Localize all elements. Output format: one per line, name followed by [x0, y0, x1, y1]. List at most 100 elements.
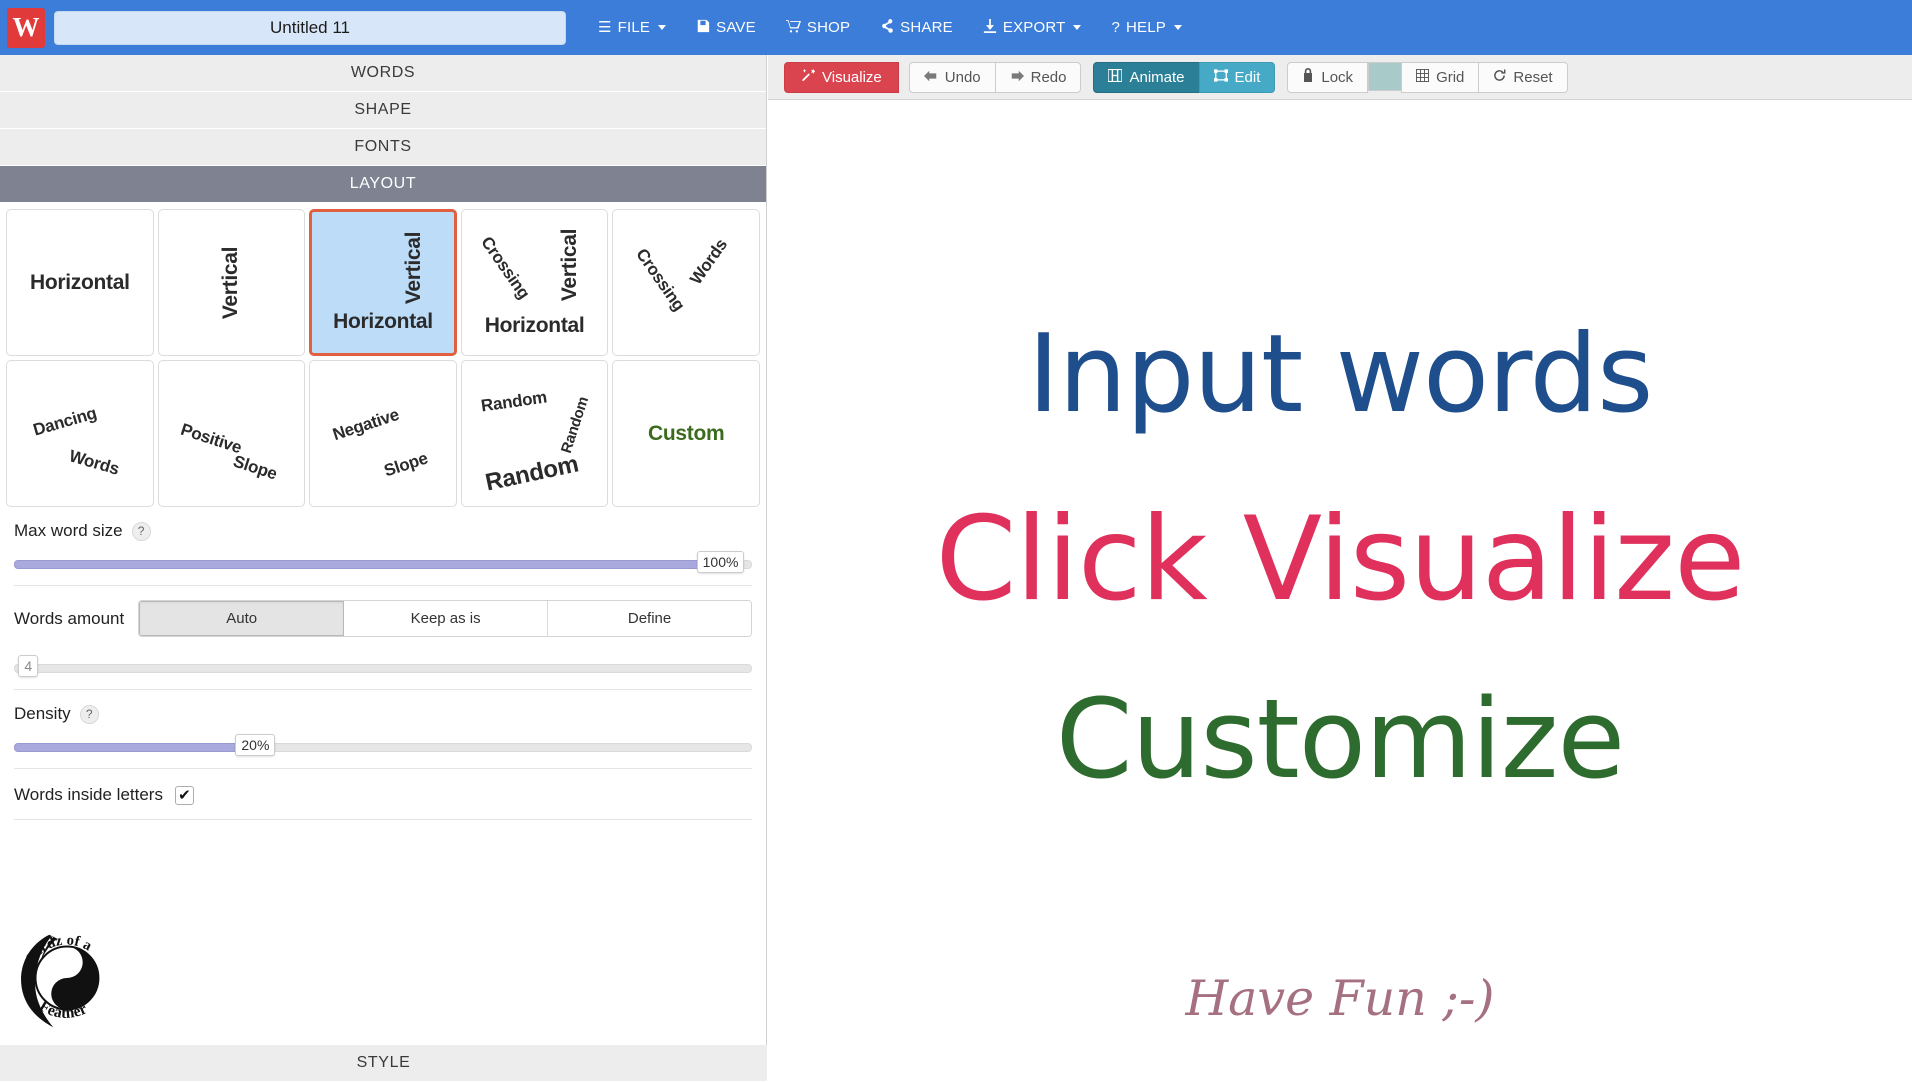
crop-icon	[1213, 68, 1228, 86]
slider-fill	[14, 743, 243, 752]
tile-word: Random	[558, 394, 593, 456]
words-inside-letters-label: Words inside letters	[14, 785, 163, 804]
visualize-button[interactable]: Visualize	[784, 61, 899, 93]
arrow-left-icon	[923, 69, 938, 86]
animate-button[interactable]: Animate	[1093, 61, 1200, 93]
sidebar-section-words[interactable]: WORDS	[0, 55, 766, 92]
left-sidebar: WORDS SHAPE FONTS LAYOUT Horizontal Vert…	[0, 55, 767, 1082]
sidebar-section-fonts[interactable]: FONTS	[0, 129, 766, 166]
layout-tile-negative-slope[interactable]: Negative Slope	[309, 360, 457, 507]
bottom-style-wrap: STYLE	[0, 1045, 767, 1082]
top-menu: ☰ FILE SAVE SHOP SHARE EXPORT ? HELP	[584, 13, 1196, 42]
layout-tile-positive-slope[interactable]: Positive Slope	[157, 360, 306, 507]
sidebar-section-shape[interactable]: SHAPE	[0, 92, 766, 129]
words-amount-label: Words amount	[14, 608, 125, 628]
tile-word: Vertical	[557, 228, 581, 302]
density-slider[interactable]: 20%	[14, 734, 752, 756]
app-logo[interactable]: W	[7, 7, 45, 48]
reset-button[interactable]: Reset	[1478, 61, 1568, 93]
grid-button[interactable]: Grid	[1401, 61, 1480, 93]
help-icon[interactable]: ?	[131, 521, 151, 541]
tile-word: Custom	[648, 421, 725, 445]
document-title-input[interactable]: Untitled 11	[54, 10, 566, 45]
word-cloud-canvas[interactable]: Input words Click Visualize Customize Ha…	[768, 100, 1912, 1082]
menu-help[interactable]: ? HELP	[1097, 13, 1196, 42]
density-control: Density ? 20%	[0, 690, 766, 756]
words-amount-option-keep-as-is[interactable]: Keep as is	[344, 601, 549, 636]
layout-tile-crossing-vertical-horizontal[interactable]: Crossing Vertical Horizontal	[460, 209, 609, 356]
menu-help-label: HELP	[1126, 19, 1167, 36]
magic-wand-icon	[801, 68, 816, 86]
canvas-word-have-fun[interactable]: Have Fun ;-)	[768, 970, 1912, 1027]
layout-tile-vertical-horizontal[interactable]: Vertical Horizontal	[309, 209, 457, 356]
hamburger-icon: ☰	[598, 19, 612, 36]
layout-tile-dancing-words[interactable]: Dancing Words	[6, 360, 154, 507]
words-amount-option-auto[interactable]: Auto	[139, 601, 345, 636]
lock-button[interactable]: Lock	[1287, 61, 1369, 93]
divider	[14, 819, 752, 820]
slider-track[interactable]	[14, 664, 752, 673]
layout-tile-custom[interactable]: Custom	[612, 360, 760, 507]
undo-button[interactable]: Undo	[908, 61, 996, 93]
words-inside-letters-checkbox[interactable]: ✔	[174, 785, 194, 805]
words-count-value[interactable]: 4	[18, 655, 39, 677]
reset-label: Reset	[1513, 68, 1553, 86]
refresh-icon	[1493, 69, 1506, 86]
words-amount-option-define[interactable]: Define	[548, 601, 751, 636]
sidebar-section-style[interactable]: STYLE	[0, 1045, 767, 1082]
grid-label: Grid	[1436, 68, 1465, 86]
menu-shop[interactable]: SHOP	[772, 13, 864, 42]
tile-word: Vertical	[402, 232, 426, 305]
menu-save-label: SAVE	[716, 19, 756, 36]
tile-word: Slope	[230, 451, 280, 484]
max-word-size-value[interactable]: 100%	[696, 551, 745, 573]
tile-word: Vertical	[219, 246, 243, 319]
lock-label: Lock	[1321, 68, 1354, 86]
tile-word: Horizontal	[29, 270, 130, 294]
shopping-cart-icon	[785, 19, 801, 36]
chevron-down-icon	[1174, 25, 1183, 30]
tile-word: Random	[480, 387, 549, 416]
layout-tile-vertical[interactable]: Vertical	[157, 209, 306, 356]
layout-tile-random[interactable]: Random Random Random	[460, 360, 609, 507]
tile-word: Crossing	[477, 233, 535, 303]
tile-word: Dancing	[31, 403, 99, 440]
density-value[interactable]: 20%	[235, 734, 276, 756]
tile-word: Words	[67, 445, 122, 479]
menu-save[interactable]: SAVE	[682, 13, 770, 42]
tile-word: Negative	[329, 404, 401, 444]
canvas-word-click-visualize[interactable]: Click Visualize	[768, 492, 1912, 627]
layout-tile-horizontal[interactable]: Horizontal	[6, 209, 154, 356]
film-icon	[1107, 68, 1124, 86]
menu-share[interactable]: SHARE	[866, 13, 967, 42]
menu-export-label: EXPORT	[1002, 19, 1066, 36]
padlock-icon	[1302, 68, 1314, 86]
sidebar-section-layout[interactable]: LAYOUT	[0, 166, 766, 203]
redo-button[interactable]: Redo	[994, 61, 1082, 93]
canvas-word-customize[interactable]: Customize	[768, 675, 1912, 803]
slider-fill	[14, 560, 708, 569]
max-word-size-label: Max word size	[14, 521, 123, 540]
arrow-right-icon	[1010, 69, 1024, 86]
menu-file-label: FILE	[617, 19, 651, 36]
menu-file[interactable]: ☰ FILE	[584, 13, 680, 42]
edit-button[interactable]: Edit	[1198, 61, 1276, 93]
chevron-down-icon	[658, 25, 667, 30]
birdz-of-a-feather-logo[interactable]: Birdz of a Feather	[6, 922, 124, 1034]
floppy-disk-icon	[696, 19, 710, 36]
color-swatch[interactable]	[1368, 61, 1403, 91]
help-icon[interactable]: ?	[79, 704, 99, 724]
visualize-label: Visualize	[822, 68, 882, 86]
words-count-slider[interactable]: 4	[14, 655, 752, 677]
tile-word: Crossing	[632, 244, 689, 314]
share-nodes-icon	[880, 19, 894, 36]
menu-export[interactable]: EXPORT	[969, 13, 1096, 42]
right-area: Visualize Undo Redo Animate Edit Lock Gr…	[768, 55, 1912, 1082]
max-word-size-slider[interactable]: 100%	[14, 551, 752, 573]
layout-tile-crossing-words[interactable]: Crossing Words	[612, 209, 760, 356]
canvas-word-input-words[interactable]: Input words	[768, 312, 1912, 437]
menu-shop-label: SHOP	[806, 19, 851, 36]
words-amount-segmented: Auto Keep as is Define	[138, 600, 752, 637]
animate-edit-group: Animate Edit	[1093, 61, 1276, 93]
grid-icon	[1416, 68, 1430, 86]
